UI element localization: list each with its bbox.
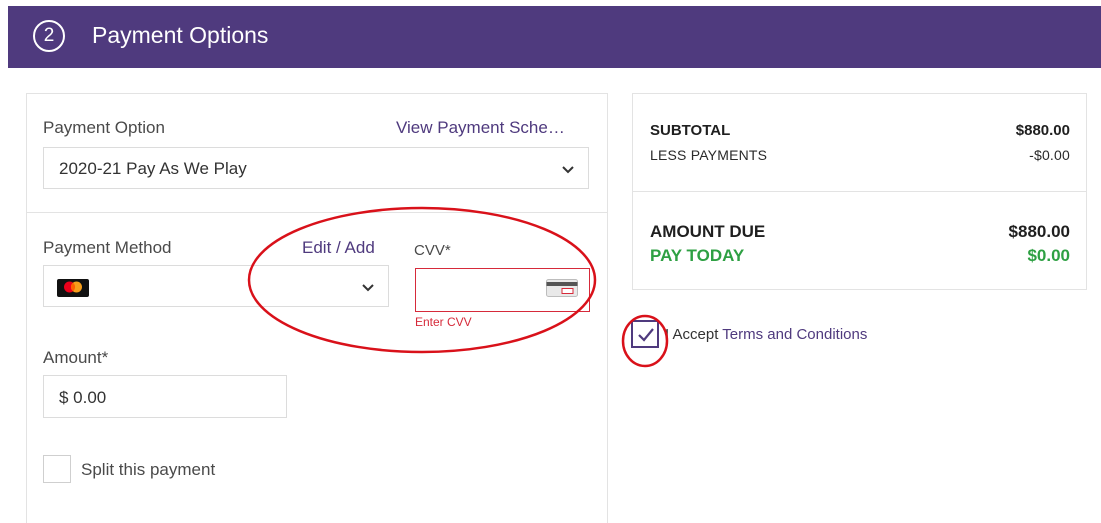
payment-option-select[interactable]: 2020-21 Pay As We Play (43, 147, 589, 189)
accept-terms-label: I Accept Terms and Conditions (665, 326, 867, 343)
subtotal-value: $880.00 (1015, 122, 1070, 139)
step-number-badge: 2 (33, 20, 65, 52)
payment-options-header: 2 Payment Options (8, 6, 1101, 68)
amount-due-label: AMOUNT DUE (650, 222, 766, 241)
chevron-down-icon (362, 284, 374, 292)
amount-due-value: $880.00 (1008, 222, 1070, 241)
mastercard-icon (57, 279, 89, 297)
payment-method-label: Payment Method (43, 238, 172, 257)
panel-divider (26, 212, 608, 213)
payment-option-label: Payment Option (43, 118, 165, 137)
cvv-error-text: Enter CVV (415, 315, 472, 329)
pay-today-value: $0.00 (1027, 246, 1070, 265)
split-payment-checkbox[interactable] (43, 455, 71, 483)
subtotal-label: SUBTOTAL (650, 122, 731, 139)
page-title: Payment Options (92, 22, 269, 48)
cvv-input[interactable] (415, 268, 590, 312)
less-payments-label: LESS PAYMENTS (650, 147, 768, 163)
payment-option-value: 2020-21 Pay As We Play (59, 159, 247, 178)
amount-input[interactable]: $ 0.00 (43, 375, 287, 418)
edit-add-link[interactable]: Edit / Add (302, 238, 375, 258)
summary-divider (632, 191, 1087, 192)
chevron-down-icon (562, 166, 574, 174)
cvv-label: CVV* (414, 242, 451, 259)
payment-method-select[interactable] (43, 265, 389, 307)
pay-today-label: PAY TODAY (650, 246, 745, 265)
amount-value: $ 0.00 (59, 388, 107, 407)
accept-terms-checkbox[interactable] (631, 320, 659, 348)
view-payment-schedule-link[interactable]: View Payment Sche… (396, 118, 565, 138)
card-back-icon (546, 279, 578, 297)
accept-prefix: I Accept (665, 326, 723, 343)
amount-label: Amount* (43, 348, 109, 367)
split-payment-label: Split this payment (81, 460, 216, 479)
less-payments-value: -$0.00 (1029, 147, 1070, 163)
checkmark-icon (638, 328, 654, 342)
terms-and-conditions-link[interactable]: Terms and Conditions (722, 326, 867, 343)
